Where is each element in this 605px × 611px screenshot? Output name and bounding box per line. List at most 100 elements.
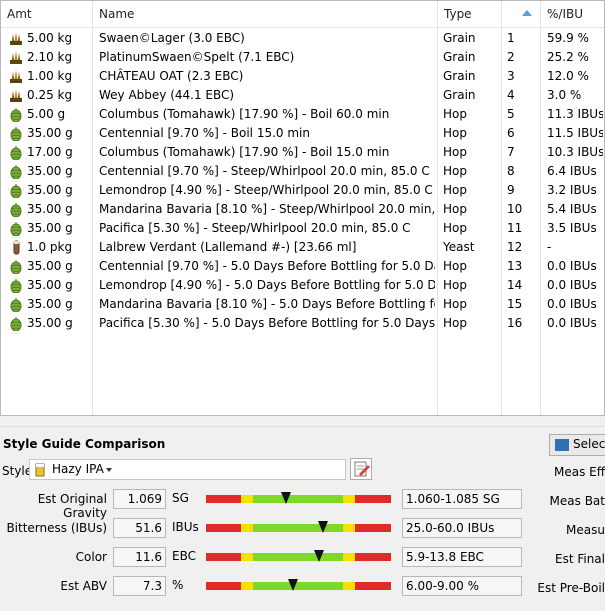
style-edit-icon [354, 461, 370, 477]
column-header-percent-ibu[interactable]: %/IBU [541, 1, 604, 27]
beer-glass-icon [35, 463, 45, 477]
amount-cell: 5.00 g [27, 107, 66, 121]
percent-ibu-cell: 11.5 IBUs [547, 126, 603, 140]
number-cell: 9 [507, 183, 515, 197]
amount-cell: 1.0 pkg [27, 240, 73, 254]
chevron-down-icon [106, 468, 112, 472]
amount-cell: 17.00 g [27, 145, 73, 159]
style-value: Hazy IPA [52, 462, 104, 476]
range-bar [206, 550, 391, 562]
name-cell: Centennial [9.70 %] - Steep/Whirlpool 20… [99, 164, 430, 178]
param-range: 25.0-60.0 IBUs [402, 518, 522, 538]
table-row[interactable]: 35.00 g Mandarina Bavaria [8.10 %] - 5.0 … [1, 295, 604, 314]
hop-icon [9, 107, 23, 123]
param-value: 11.6 [113, 547, 166, 567]
type-cell: Grain [443, 69, 476, 83]
column-header-amt[interactable]: Amt [1, 1, 93, 27]
number-cell: 1 [507, 31, 515, 45]
table-row[interactable]: 35.00 g Centennial [9.70 %] - Boil 15.0 m… [1, 124, 604, 143]
table-row[interactable]: 35.00 g Lemondrop [4.90 %] - Steep/Whirlp… [1, 181, 604, 200]
value-marker [314, 550, 324, 562]
number-cell: 16 [507, 316, 523, 330]
param-unit: % [172, 578, 184, 592]
table-row[interactable]: 35.00 g Centennial [9.70 %] - Steep/Whirl… [1, 162, 604, 181]
table-row[interactable]: 35.00 g Lemondrop [4.90 %] - 5.0 Days Bef… [1, 276, 604, 295]
right-panel-label: Meas Bat [549, 494, 605, 508]
number-cell: 7 [507, 145, 515, 159]
right-panel-label: Est Pre-Boil [537, 581, 605, 595]
name-cell: Mandarina Bavaria [8.10 %] - 5.0 Days Be… [99, 297, 435, 311]
param-value: 1.069 [113, 489, 166, 509]
table-row[interactable]: 35.00 g Mandarina Bavaria [8.10 %] - Stee… [1, 200, 604, 219]
right-panel-label: Est Final [554, 552, 605, 566]
type-cell: Hop [443, 183, 467, 197]
amount-cell: 2.10 kg [27, 50, 73, 64]
param-label: Est Original Gravity [37, 492, 107, 520]
amount-cell: 35.00 g [27, 126, 73, 140]
range-bar [206, 579, 391, 591]
percent-ibu-cell: 6.4 IBUs [547, 164, 597, 178]
table-row[interactable]: 1.00 kg CHÂTEAU OAT (2.3 EBC) Grain 3 12.0 % [1, 67, 604, 86]
select-style-button[interactable]: Select [549, 434, 605, 456]
range-bar [206, 492, 391, 504]
table-row[interactable]: 17.00 g Columbus (Tomahawk) [17.90 %] - B… [1, 143, 604, 162]
number-cell: 11 [507, 221, 523, 235]
grain-icon [9, 88, 23, 103]
table-row[interactable]: 35.00 g Centennial [9.70 %] - 5.0 Days Be… [1, 257, 604, 276]
ingredients-table: Amt Name Type %/IBU 5.00 kg Swaen©Lager (… [0, 0, 605, 416]
table-row[interactable]: 5.00 g Columbus (Tomahawk) [17.90 %] - Bo… [1, 105, 604, 124]
name-cell: Swaen©Lager (3.0 EBC) [99, 31, 245, 45]
type-cell: Hop [443, 107, 467, 121]
percent-ibu-cell: 5.4 IBUs [547, 202, 597, 216]
percent-ibu-cell: 3.5 IBUs [547, 221, 597, 235]
table-row[interactable]: 1.0 pkg Lalbrew Verdant (Lallemand #-) [2… [1, 238, 604, 257]
table-row[interactable]: 2.10 kg PlatinumSwaen©Spelt (7.1 EBC) Grai… [1, 48, 604, 67]
number-cell: 3 [507, 69, 515, 83]
style-dropdown[interactable]: Hazy IPA [29, 459, 346, 480]
table-row[interactable]: 35.00 g Pacifica [5.30 %] - Steep/Whirlpo… [1, 219, 604, 238]
param-value: 7.3 [113, 576, 166, 596]
amount-cell: 35.00 g [27, 164, 73, 178]
value-marker [318, 521, 328, 533]
column-header-number[interactable] [502, 1, 541, 27]
name-cell: Columbus (Tomahawk) [17.90 %] - Boil 60.… [99, 107, 390, 121]
hop-icon [9, 202, 23, 218]
param-label: Color [75, 550, 107, 564]
table-row[interactable]: 5.00 kg Swaen©Lager (3.0 EBC) Grain 1 59.9 % [1, 29, 604, 48]
amount-cell: 35.00 g [27, 202, 73, 216]
name-cell: Lemondrop [4.90 %] - 5.0 Days Before Bot… [99, 278, 435, 292]
percent-ibu-cell: 59.9 % [547, 31, 589, 45]
number-cell: 14 [507, 278, 523, 292]
param-range: 6.00-9.00 % [402, 576, 522, 596]
type-cell: Hop [443, 221, 467, 235]
percent-ibu-cell: 0.0 IBUs [547, 259, 597, 273]
type-cell: Hop [443, 316, 467, 330]
param-label: Est ABV [60, 579, 107, 593]
column-header-name[interactable]: Name [93, 1, 438, 27]
type-cell: Hop [443, 259, 467, 273]
table-row[interactable]: 0.25 kg Wey Abbey (44.1 EBC) Grain 4 3.0 % [1, 86, 604, 105]
type-cell: Grain [443, 31, 476, 45]
hop-icon [9, 145, 23, 161]
amount-cell: 1.00 kg [27, 69, 73, 83]
right-panel-label: Measu [566, 523, 605, 537]
table-row[interactable]: 35.00 g Pacifica [5.30 %] - 5.0 Days Befo… [1, 314, 604, 333]
edit-style-button[interactable] [350, 458, 372, 480]
table-header: Amt Name Type %/IBU [1, 1, 604, 28]
name-cell: Pacifica [5.30 %] - Steep/Whirlpool 20.0… [99, 221, 411, 235]
style-guide-panel: Style Guide Comparison Style Hazy IPA Es… [0, 426, 605, 611]
number-cell: 6 [507, 126, 515, 140]
percent-ibu-cell: 12.0 % [547, 69, 589, 83]
hop-icon [9, 316, 23, 332]
param-range: 1.060-1.085 SG [402, 489, 522, 509]
column-header-type[interactable]: Type [438, 1, 502, 27]
amount-cell: 0.25 kg [27, 88, 73, 102]
param-unit: EBC [172, 549, 196, 563]
type-cell: Grain [443, 88, 476, 102]
hop-icon [9, 259, 23, 275]
name-cell: Centennial [9.70 %] - Boil 15.0 min [99, 126, 310, 140]
name-cell: Lemondrop [4.90 %] - Steep/Whirlpool 20.… [99, 183, 433, 197]
number-cell: 5 [507, 107, 515, 121]
type-cell: Hop [443, 278, 467, 292]
value-marker [288, 579, 298, 591]
